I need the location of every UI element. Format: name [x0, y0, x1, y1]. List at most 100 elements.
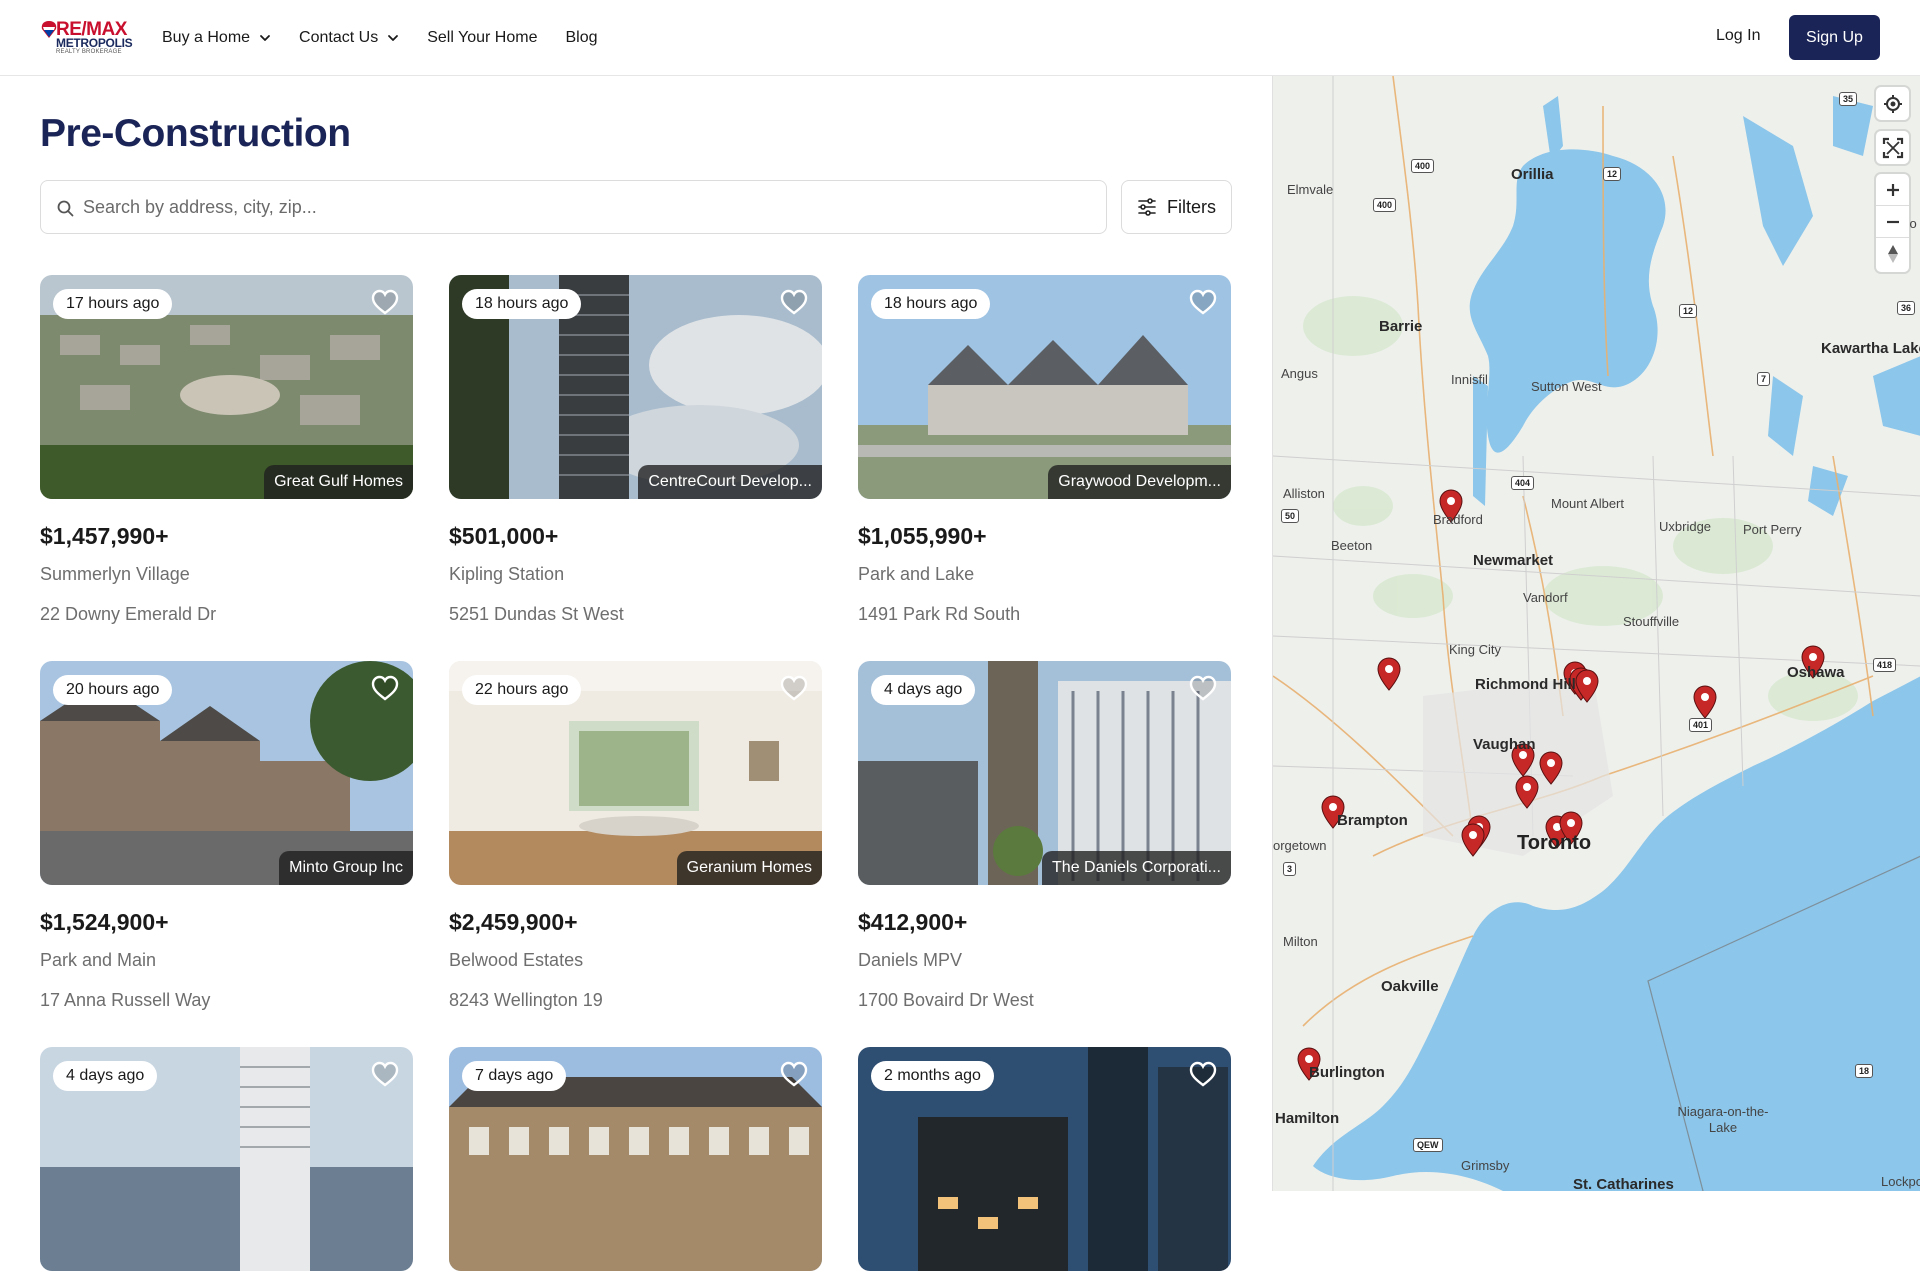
listing-name[interactable]: Park and Main [40, 950, 156, 971]
compass-icon [1887, 245, 1898, 263]
listing-photo[interactable]: 22 hours ago Geranium Homes [449, 661, 822, 885]
map-label-oakville: Oakville [1381, 978, 1439, 995]
login-link[interactable]: Log In [1716, 27, 1760, 45]
locate-button[interactable] [1876, 87, 1909, 120]
logo-subtitle: METROPOLIS [56, 36, 133, 50]
road-shield: 36 [1897, 301, 1916, 315]
chevron-down-icon [388, 35, 399, 41]
map-label-georgetown: orgetown [1273, 838, 1327, 853]
listing-name[interactable]: Summerlyn Village [40, 564, 190, 585]
locate-icon [1883, 94, 1902, 113]
map-label-elmvale: Elmvale [1287, 182, 1334, 197]
listing-time-badge: 7 days ago [462, 1061, 567, 1091]
map-marker-dot [1583, 677, 1591, 685]
listing-time-badge: 18 hours ago [871, 289, 991, 319]
heart-icon[interactable] [780, 675, 808, 701]
heart-icon[interactable] [371, 1061, 399, 1087]
nav-label: Blog [565, 29, 598, 46]
road-shield: 3 [1283, 862, 1297, 876]
listing-address: 17 Anna Russell Way [40, 990, 211, 1010]
site-header: RE/MAX METROPOLIS REALTY BROKERAGE Buy a… [0, 0, 1920, 76]
nav-sell-your-home[interactable]: Sell Your Home [427, 26, 537, 50]
search-icon [57, 200, 74, 217]
map-label-toronto: Toronto [1517, 832, 1592, 854]
map-marker-dot [1469, 831, 1477, 839]
listing-photo[interactable]: 20 hours ago Minto Group Inc [40, 661, 413, 885]
listing-photo[interactable]: 17 hours ago Great Gulf Homes [40, 275, 413, 499]
road-shield: QEW [1413, 1138, 1443, 1152]
map-label-hamilton: Hamilton [1275, 1110, 1340, 1127]
listing-price: $1,055,990+ [858, 523, 987, 549]
signup-button[interactable]: Sign Up [1789, 15, 1880, 60]
road-shield: 12 [1679, 304, 1698, 318]
nav-contact-us[interactable]: Contact Us [299, 26, 399, 50]
heart-icon[interactable] [780, 1061, 808, 1087]
listing-time-badge: 4 days ago [53, 1061, 158, 1091]
road-shield: 404 [1511, 476, 1535, 490]
map-canvas[interactable] [1273, 76, 1920, 1191]
listing-name[interactable]: Belwood Estates [449, 950, 583, 971]
filters-label: Filters [1167, 196, 1216, 217]
compass-button[interactable] [1876, 238, 1909, 270]
fullscreen-button[interactable] [1876, 131, 1909, 164]
map-marker-dot [1547, 759, 1555, 767]
search-input[interactable] [83, 181, 1083, 233]
map-marker-dot [1329, 803, 1337, 811]
map-label-angus: Angus [1281, 366, 1318, 381]
listing-photo[interactable]: 7 days ago [449, 1047, 822, 1271]
map-label-orillia: Orillia [1511, 166, 1554, 183]
map-label-vaughan: Vaughan [1473, 736, 1536, 753]
road-shield: 35 [1839, 92, 1858, 106]
map-label-vandorf: Vandorf [1523, 590, 1568, 605]
map-marker-dot [1567, 819, 1575, 827]
nav-blog[interactable]: Blog [565, 26, 597, 50]
listing-address: 1700 Bovaird Dr West [858, 990, 1034, 1010]
listing-name[interactable]: Daniels MPV [858, 950, 962, 971]
map-label-brampton: Brampton [1337, 812, 1408, 829]
zoom-out-button[interactable] [1876, 206, 1909, 238]
listing-name[interactable]: Park and Lake [858, 564, 974, 585]
map-label-lockport: Lockpo [1881, 1174, 1920, 1189]
logo-tagline: REALTY BROKERAGE [56, 49, 122, 55]
map-label-barrie: Barrie [1379, 318, 1423, 335]
map-panel[interactable]: Orillia Elmvale Barrie Angus Innisfil Su… [1272, 76, 1920, 1191]
zoom-in-icon [1886, 183, 1899, 196]
map-label-sutton-west: Sutton West [1531, 379, 1602, 394]
listing-name[interactable]: Kipling Station [449, 564, 564, 585]
listing-photo[interactable]: 4 days ago [40, 1047, 413, 1271]
heart-icon[interactable] [780, 289, 808, 315]
nav-buy-a-home[interactable]: Buy a Home [162, 26, 271, 50]
listing-price: $412,900+ [858, 909, 968, 935]
nav-label: Buy a Home [162, 29, 251, 46]
map-label-kawartha: Kawartha Lake [1821, 340, 1920, 357]
map-label-innisfil: Innisfil [1451, 372, 1488, 387]
builder-label: The Daniels Corporati... [1042, 851, 1231, 885]
zoom-out-icon [1886, 220, 1899, 223]
road-shield: 18 [1855, 1064, 1874, 1078]
map-marker-dot [1523, 783, 1531, 791]
map-label-st-catharines: St. Catharines [1573, 1176, 1674, 1191]
listing-photo[interactable]: 18 hours ago Graywood Developm... [858, 275, 1231, 499]
heart-icon[interactable] [1189, 289, 1217, 315]
fullscreen-icon [1882, 137, 1903, 158]
heart-icon[interactable] [371, 289, 399, 315]
road-shield: 12 [1603, 167, 1622, 181]
zoom-in-button[interactable] [1876, 174, 1909, 206]
road-shield: 418 [1873, 658, 1897, 672]
listing-address: 22 Downy Emerald Dr [40, 604, 217, 624]
remax-logo[interactable]: RE/MAX METROPOLIS REALTY BROKERAGE [40, 20, 136, 55]
listing-address: 1491 Park Rd South [858, 604, 1021, 624]
map-marker-dot [1447, 497, 1455, 505]
listing-photo[interactable]: 4 days ago The Daniels Corporati... [858, 661, 1231, 885]
map-label-niagara-on-the-lake: Niagara-on-the-Lake [1677, 1104, 1769, 1135]
heart-icon[interactable] [1189, 675, 1217, 701]
heart-icon[interactable] [1189, 1061, 1217, 1087]
listing-time-badge: 22 hours ago [462, 675, 582, 705]
listing-photo[interactable]: 2 months ago [858, 1047, 1231, 1271]
heart-icon[interactable] [371, 675, 399, 701]
builder-label: Geranium Homes [676, 851, 822, 885]
filters-button[interactable]: Filters [1121, 180, 1232, 234]
listing-time-badge: 18 hours ago [462, 289, 582, 319]
map-label-stouffville: Stouffville [1623, 614, 1680, 629]
listing-photo[interactable]: 18 hours ago CentreCourt Develop... [449, 275, 822, 499]
